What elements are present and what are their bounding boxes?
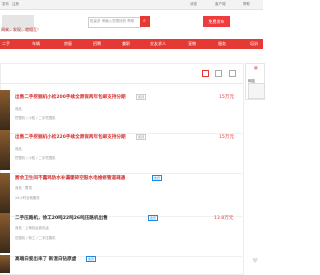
nav-item-social[interactable]: 交友求人 (150, 39, 166, 49)
listing-title[interactable]: 出售二手挖掘机小松220手续全原保两年包邮支持分期 (15, 134, 126, 140)
top-link-messages[interactable]: 消息 (190, 0, 197, 9)
listing-vip-tag: 会员 (86, 256, 97, 262)
list-item[interactable]: 高端白瓷出來了 新混白钻原虚 会员 (0, 250, 242, 273)
right-panel-title: 编 (254, 66, 258, 70)
list-compact-icon[interactable] (229, 70, 236, 77)
listing-category: 压路机 / 徐工 / 二手压路机 (15, 236, 56, 240)
listing-thumbnail[interactable] (0, 213, 10, 253)
listing-vip-tag: 会员 (152, 175, 163, 181)
nav-item-training[interactable]: 培训 (250, 39, 258, 49)
listing-tag: 置顶 (136, 134, 147, 140)
listing-thumbnail[interactable] (0, 173, 10, 213)
listing-meta: 商品 (15, 147, 22, 151)
listing-thumbnail[interactable] (0, 255, 10, 273)
top-link-help[interactable]: 帮助 (243, 0, 250, 9)
site-slogan: 网来，发现，就相互！ (1, 27, 41, 32)
search-icon: ⌕ (143, 18, 146, 24)
post-button[interactable]: 免费发布 (203, 16, 230, 27)
list-view-icon[interactable] (215, 70, 222, 77)
nav-item-services[interactable]: 服务 (218, 39, 226, 49)
listing-title[interactable]: 高端白瓷出來了 新混白钻原虚 (15, 256, 76, 262)
nav-item-vehicles[interactable]: 车辆 (32, 39, 40, 49)
top-link-register[interactable]: 注册 (12, 0, 19, 9)
listing-title[interactable]: 厨余卫生间不露鸡防水补漏暖碎空鼓水电维修管道疏通 (15, 175, 125, 181)
listing-title[interactable]: 二手压路机，徐工20吨22吨26吨压路机出售 (15, 215, 108, 221)
nav-item-pets[interactable]: 宠物 (188, 39, 196, 49)
search-placeholder: 批量多 请输入您想找的 帮助 (90, 19, 135, 23)
listing-category: 挖掘机 / 小松 / 二手挖掘机 (15, 156, 56, 160)
listing-meta: 商品 · 上海包运费包运 (15, 226, 49, 230)
right-panel-box[interactable] (248, 83, 265, 99)
top-utility-bar: 发布 注册 消息 客户端 帮助 (0, 0, 263, 10)
nav-item-used[interactable]: 二手 (2, 39, 10, 49)
heart-icon[interactable]: ♥ (252, 258, 258, 265)
nav-item-jobs[interactable]: 招聘 (93, 39, 101, 49)
listing-meta: 商品 · 置顶 (15, 186, 32, 190)
listing-thumbnail[interactable] (0, 90, 10, 130)
listing-price: 15万元 (219, 95, 235, 100)
listing-thumbnail[interactable] (0, 130, 10, 170)
listing-category: 挖掘机 / 小松 / 二手挖掘机 (15, 116, 56, 120)
listing-price: 13.8万元 (214, 216, 234, 221)
divider (0, 83, 243, 84)
main-nav: 二手 车辆 房屋 招聘 兼职 交友求人 宠物 服务 培训 (0, 39, 263, 49)
top-link-publish[interactable]: 发布 (2, 0, 9, 9)
top-link-client[interactable]: 客户端 (215, 0, 226, 9)
list-item[interactable]: 出售二手挖掘机小松220手续全原保两年包邮支持分期 置顶 15万元 商品 挖掘机… (0, 125, 242, 174)
nav-item-housing[interactable]: 房屋 (64, 39, 72, 49)
listing-vip-tag: 会员 (148, 215, 159, 221)
listing-title[interactable]: 出售二手挖掘机小松200手续全原保两年包邮支持分期 (15, 94, 126, 100)
listing-category: 24小时全城服务 (15, 196, 40, 200)
listing-price: 15万元 (219, 135, 235, 140)
nav-item-parttime[interactable]: 兼职 (122, 39, 130, 49)
listing-meta: 商品 (15, 107, 22, 111)
grid-view-icon[interactable] (202, 70, 209, 77)
listing-tag: 置顶 (136, 94, 147, 100)
